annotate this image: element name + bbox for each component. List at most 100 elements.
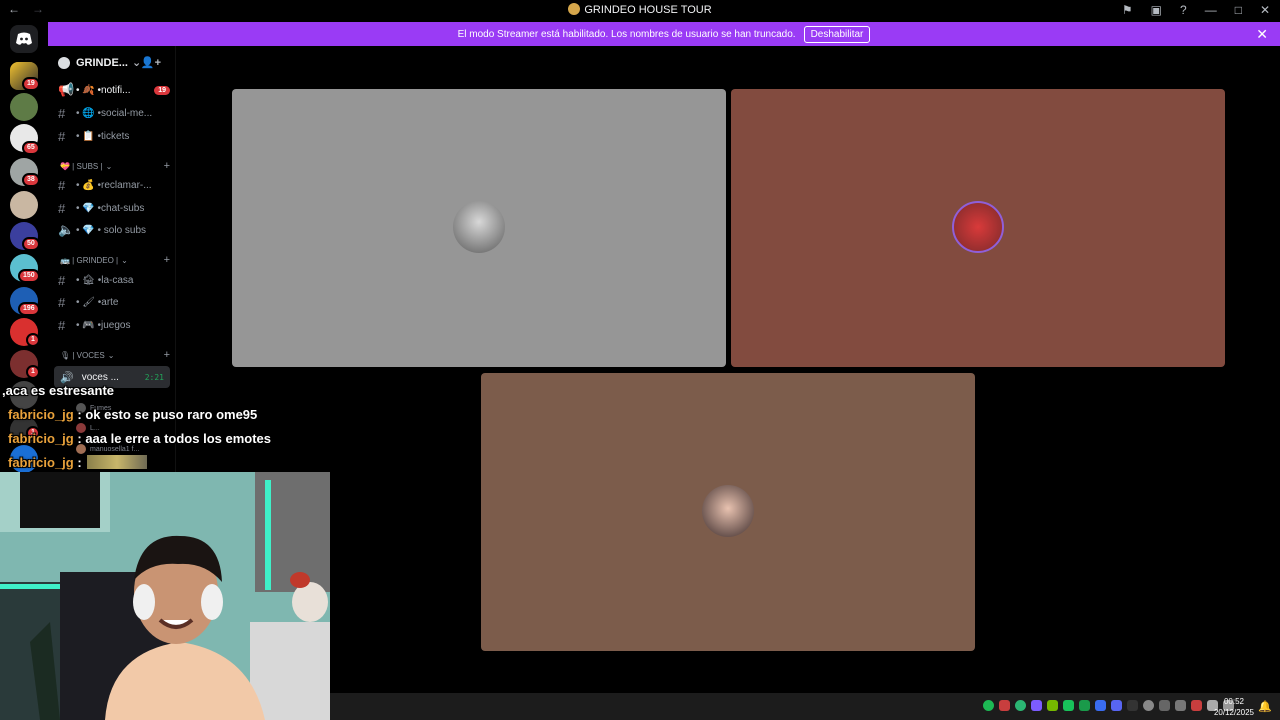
channel-juegos[interactable]: # • 🎮 •juegos — [58, 315, 170, 335]
chevron-down-icon: ⌄ — [105, 161, 113, 171]
app-icon[interactable] — [1159, 700, 1170, 711]
channel-la-casa[interactable]: # • 🏚 •la-casa — [58, 270, 170, 290]
server-header[interactable]: GRINDE... ⌄ 👤+ — [48, 46, 175, 79]
chat-text: ok esto se puso raro ome95 — [85, 407, 258, 422]
category-label: 🚌 | GRINDEO | — [60, 255, 119, 265]
inbox-icon[interactable]: ▣ — [1151, 3, 1162, 17]
plus-icon[interactable]: + — [164, 160, 170, 172]
avatar — [702, 485, 754, 537]
chat-text: ,aca es estresante — [2, 383, 115, 398]
app-icon[interactable] — [1079, 700, 1090, 711]
category-subs[interactable]: 💝 | SUBS | ⌄ + — [60, 159, 170, 173]
channel-label: • 🎮 •juegos — [76, 319, 131, 331]
channel-label: • 🖌 •arte — [76, 296, 119, 308]
app-icon[interactable] — [1111, 700, 1122, 711]
voice-timer: 2:21 — [144, 372, 164, 382]
chat-username: fabricio_jg — [8, 431, 74, 446]
chat-separator: : — [73, 455, 86, 470]
avatar — [453, 201, 505, 253]
chat-text: aaa le erre a todos los emotes — [85, 431, 272, 446]
voice-tile[interactable] — [481, 373, 975, 651]
unread-badge: 1 — [26, 333, 40, 347]
channel-tickets[interactable]: # • 📋 •tickets — [58, 126, 170, 146]
spotify-icon[interactable] — [983, 700, 994, 711]
channel-label: • 📋 •tickets — [76, 130, 130, 142]
unread-badge: 65 — [22, 141, 40, 155]
speaker-icon: 🔈 — [58, 222, 75, 237]
server-rail: 19 65 38 50 150 196 1 1 1 — [0, 21, 48, 473]
channel-arte[interactable]: # • 🖌 •arte — [58, 292, 170, 312]
notification-icon[interactable]: 🔔 — [1258, 700, 1272, 713]
title-bar: ← → GRINDEO HOUSE TOUR ⚑ ▣ ? — □ ✕ — [0, 0, 1280, 21]
help-icon[interactable]: ? — [1180, 3, 1187, 17]
add-user-icon[interactable]: 👤+ — [141, 56, 161, 69]
clock[interactable]: 00:52 20/12/2025 — [1214, 696, 1254, 718]
unread-badge: 50 — [22, 237, 40, 251]
voice-tile[interactable] — [731, 89, 1225, 367]
channel-solo-subs[interactable]: 🔈 • 💎 • solo subs — [58, 220, 170, 240]
channel-notificaciones[interactable]: 📢 • 🍂 •notifi... 19 — [58, 80, 170, 100]
minimize-icon[interactable]: — — [1205, 3, 1217, 17]
app-icon[interactable] — [1191, 700, 1202, 711]
webcam-overlay — [0, 472, 330, 720]
server-icon — [568, 3, 581, 15]
hash-icon: # — [58, 294, 66, 310]
unread-badge: 38 — [22, 173, 40, 187]
clock-time: 00:52 — [1223, 697, 1244, 706]
voice-channel-label: voces ... — [81, 371, 119, 383]
speaker-icon: 🔊 — [60, 371, 74, 384]
flag-icon[interactable]: ⚑ — [1122, 3, 1133, 17]
category-voces[interactable]: 🎙 | VOCES ⌄ + — [60, 348, 170, 362]
discord-home-button[interactable] — [10, 25, 38, 53]
app-icon[interactable] — [1015, 700, 1026, 711]
window-title-wrap: GRINDEO HOUSE TOUR — [0, 3, 1280, 16]
plus-icon[interactable]: + — [164, 349, 170, 361]
channel-reclamar[interactable]: # • 💰 •reclamar-... — [58, 175, 170, 195]
clock-date: 20/12/2025 — [1213, 708, 1254, 717]
hash-icon: # — [58, 200, 66, 216]
server-icon[interactable] — [10, 93, 38, 121]
category-label: 🎙 | VOCES — [60, 350, 105, 360]
channel-label: • 💎 • solo subs — [76, 224, 147, 236]
channel-label: • 🌐 •social-me... — [76, 107, 153, 119]
discord-icon — [16, 32, 32, 45]
channel-label: • 💎 •chat-subs — [76, 202, 145, 214]
close-banner-icon[interactable]: ✕ — [1256, 26, 1268, 43]
app-icon[interactable] — [1031, 700, 1042, 711]
chat-line: fabricio_jg : — [8, 455, 338, 470]
channel-label: • 🏚 •la-casa — [76, 274, 134, 286]
server-boost-icon — [58, 56, 70, 69]
app-icon[interactable] — [999, 700, 1010, 711]
server-icon[interactable] — [10, 191, 38, 219]
app-icon[interactable] — [1063, 700, 1074, 711]
banner-text: El modo Streamer está habilitado. Los no… — [457, 28, 796, 40]
voice-tile[interactable] — [232, 89, 726, 367]
app-icon[interactable] — [1127, 700, 1138, 711]
server-name: GRINDE... — [76, 56, 128, 69]
chat-separator: : — [73, 407, 86, 422]
system-tray — [983, 700, 1234, 711]
nvidia-icon[interactable] — [1047, 700, 1058, 711]
unread-badge: 19 — [22, 77, 40, 91]
announcement-icon: 📢 — [58, 82, 75, 97]
window-title: GRINDEO HOUSE TOUR — [584, 4, 712, 16]
app-icon[interactable] — [1175, 700, 1186, 711]
channel-label: • 💰 •reclamar-... — [76, 179, 152, 191]
category-grindeo[interactable]: 🚌 | GRINDEO | ⌄ + — [60, 253, 170, 267]
chat-line: fabricio_jg : aaa le erre a todos los em… — [8, 431, 338, 446]
channel-social-media[interactable]: # • 🌐 •social-me... — [58, 103, 170, 123]
hash-icon: # — [58, 177, 66, 193]
voice-user-name: manuosella1 f... — [90, 445, 140, 453]
channel-chat-subs[interactable]: # • 💎 •chat-subs — [58, 198, 170, 218]
unread-badge: 150 — [18, 269, 40, 283]
app-icon[interactable] — [1095, 700, 1106, 711]
disable-streamer-button[interactable]: Deshabilitar — [803, 25, 871, 43]
channel-label: • 🍂 •notifi... — [76, 84, 131, 96]
chat-emote — [87, 455, 148, 469]
screen: ← → GRINDEO HOUSE TOUR ⚑ ▣ ? — □ ✕ El mo… — [0, 0, 1280, 720]
maximize-icon[interactable]: □ — [1235, 3, 1242, 17]
plus-icon[interactable]: + — [164, 254, 170, 266]
microphone-icon[interactable] — [1143, 700, 1154, 711]
close-window-icon[interactable]: ✕ — [1260, 3, 1270, 17]
hash-icon: # — [58, 317, 66, 333]
